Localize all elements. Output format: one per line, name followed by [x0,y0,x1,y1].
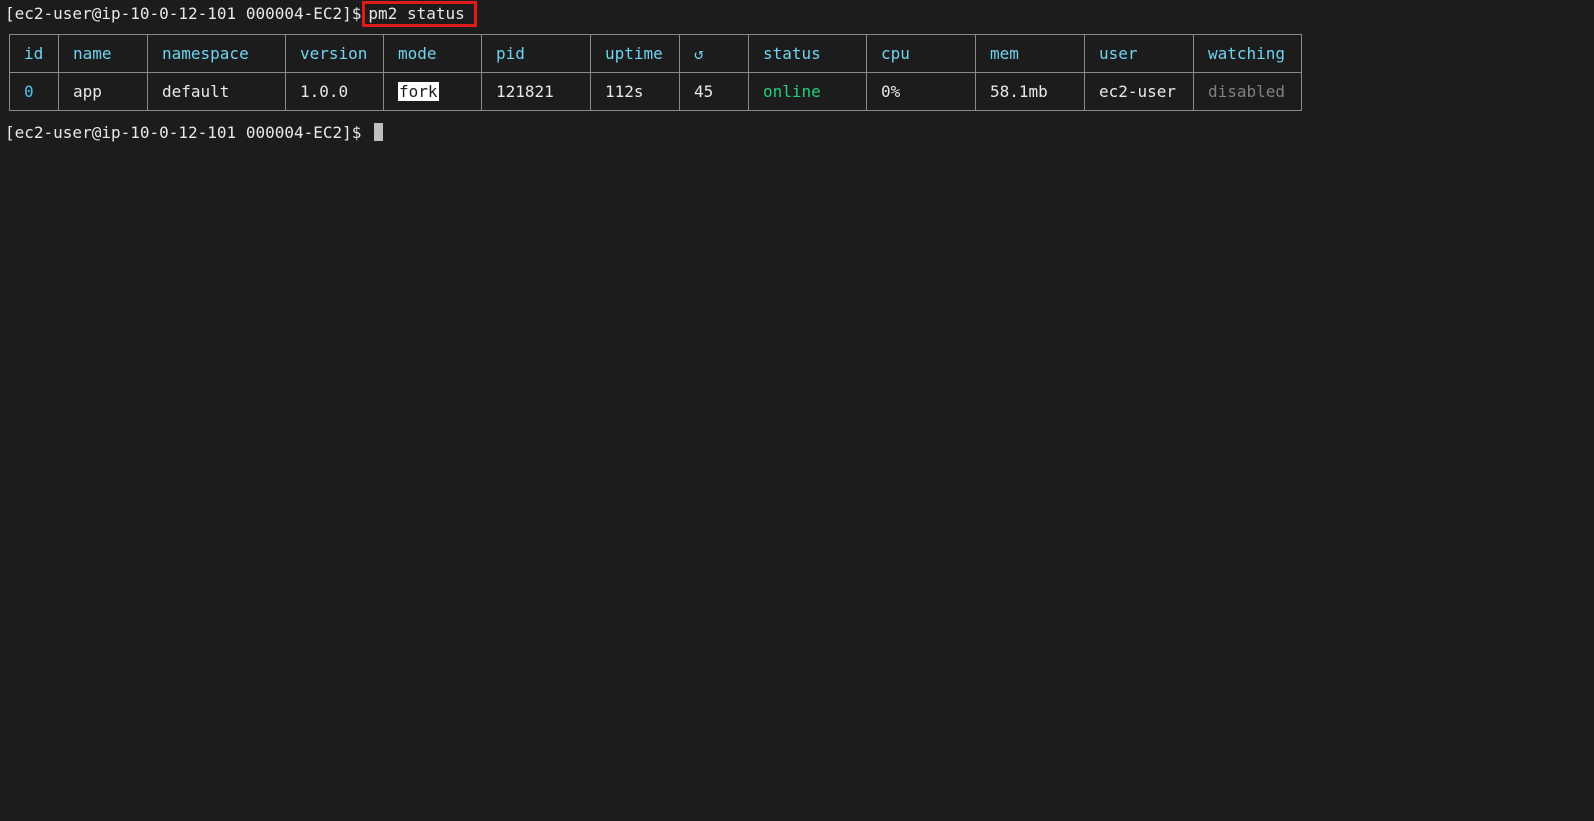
cell-namespace: default [147,72,286,111]
cell-name: app [58,72,148,111]
header-watching: watching [1193,34,1302,73]
prompt-line[interactable]: [ec2-user@ip-10-0-12-101 000004-EC2]$ [5,120,384,146]
cell-pid: 121821 [481,72,591,111]
shell-prompt: [ec2-user@ip-10-0-12-101 000004-EC2]$ [5,4,362,23]
cell-mode: fork [383,72,482,111]
header-name: name [58,34,148,73]
header-id: id [9,34,59,73]
header-namespace: namespace [147,34,286,73]
header-mode: mode [383,34,482,73]
command-text-highlighted: pm2 status [362,1,477,27]
header-user: user [1084,34,1194,73]
cell-uptime: 112s [590,72,680,111]
shell-prompt-2: [ec2-user@ip-10-0-12-101 000004-EC2]$ [5,123,372,142]
text-cursor [374,123,384,141]
cell-version: 1.0.0 [285,72,384,111]
header-uptime: uptime [590,34,680,73]
pm2-status-table: id name namespace version mode pid uptim… [9,34,1302,111]
table-row: 0 app default 1.0.0 fork 121821 112s 45 … [9,72,1302,111]
header-mem: mem [975,34,1085,73]
header-status: status [748,34,867,73]
cell-status: online [748,72,867,111]
mode-value-highlighted: fork [398,82,439,101]
command-line: [ec2-user@ip-10-0-12-101 000004-EC2]$ pm2… [5,1,477,27]
header-cpu: cpu [866,34,976,73]
header-restarts: ↺ [679,34,749,73]
cell-mem: 58.1mb [975,72,1085,111]
cell-watching: disabled [1193,72,1302,111]
terminal-window[interactable]: [ec2-user@ip-10-0-12-101 000004-EC2]$ pm2… [0,0,1594,821]
header-pid: pid [481,34,591,73]
cell-user: ec2-user [1084,72,1194,111]
table-header-row: id name namespace version mode pid uptim… [9,34,1302,73]
header-version: version [285,34,384,73]
cell-restarts: 45 [679,72,749,111]
cell-cpu: 0% [866,72,976,111]
cell-id: 0 [9,72,59,111]
